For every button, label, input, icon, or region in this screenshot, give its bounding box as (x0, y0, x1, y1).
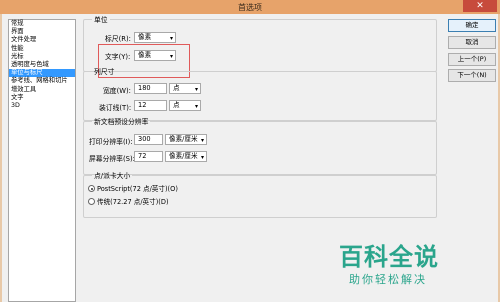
radio-unselected-icon (88, 198, 95, 205)
ok-button[interactable]: 确定 (448, 19, 496, 32)
prev-button[interactable]: 上一个(P) (448, 53, 496, 66)
cancel-button[interactable]: 取消 (448, 36, 496, 49)
print-resolution-unit-value: 像素/厘米 (169, 135, 198, 143)
ruler-label: 标尺(R): (105, 35, 131, 43)
chevron-down-icon: ▾ (169, 35, 173, 42)
screen-resolution-unit-value: 像素/厘米 (169, 152, 198, 160)
screen-resolution-label: 屏幕分辨率(S): (89, 155, 135, 163)
window-title: 首选项 (238, 3, 262, 12)
gutter-label: 装订线(T): (99, 104, 132, 112)
print-resolution-input[interactable]: 300 (134, 134, 163, 145)
postscript-radio-label: PostScript(72 点/英寸)(O) (97, 185, 178, 193)
dialog-body: 常规 界面 文件处理 性能 光标 透明度与色域 单位与标尺 参考线、网格和切片 … (2, 14, 498, 302)
sidebar-item-performance[interactable]: 性能 (9, 45, 75, 53)
next-button[interactable]: 下一个(N) (448, 69, 496, 82)
column-size-legend: 列尺寸 (94, 68, 115, 76)
sidebar-item-3d[interactable]: 3D (9, 102, 75, 110)
chevron-down-icon: ▾ (194, 86, 198, 93)
ruler-unit-select[interactable]: 像素 ▾ (134, 32, 176, 43)
width-unit-value: 点 (173, 84, 180, 92)
chevron-down-icon: ▾ (169, 53, 173, 60)
resolution-group: 新文档预设分辨率 (83, 116, 437, 175)
radio-selected-icon (88, 185, 95, 192)
watermark-subtitle: 助你轻松解决 (349, 273, 427, 286)
traditional-radio[interactable]: 传统(72.27 点/英寸)(D) (88, 196, 169, 206)
width-input[interactable]: 180 (134, 83, 167, 94)
ruler-unit-value: 像素 (138, 33, 152, 41)
preferences-category-list[interactable]: 常规 界面 文件处理 性能 光标 透明度与色域 单位与标尺 参考线、网格和切片 … (8, 19, 76, 302)
type-unit-value: 像素 (138, 51, 152, 59)
gutter-unit-select[interactable]: 点 ▾ (169, 100, 201, 111)
sidebar-item-transparency-gamut[interactable]: 透明度与色域 (9, 61, 75, 69)
sidebar-item-cursors[interactable]: 光标 (9, 53, 75, 61)
print-resolution-label: 打印分辨率(I): (89, 138, 133, 146)
resolution-legend: 新文档预设分辨率 (94, 118, 149, 126)
screen-resolution-unit-select[interactable]: 像素/厘米 ▾ (165, 151, 207, 162)
postscript-radio[interactable]: PostScript(72 点/英寸)(O) (88, 183, 178, 193)
type-unit-select[interactable]: 像素 ▾ (134, 50, 176, 61)
screen-resolution-input[interactable]: 72 (134, 151, 163, 162)
sidebar-item-plugins[interactable]: 增效工具 (9, 86, 75, 94)
gutter-unit-value: 点 (173, 101, 180, 109)
gutter-input[interactable]: 12 (134, 100, 167, 111)
print-resolution-unit-select[interactable]: 像素/厘米 ▾ (165, 134, 207, 145)
sidebar-item-type[interactable]: 文字 (9, 94, 75, 102)
sidebar-item-guides-grid-slices[interactable]: 参考线、网格和切片 (9, 77, 75, 85)
sidebar-item-general[interactable]: 常规 (9, 20, 75, 28)
sidebar-item-file-handling[interactable]: 文件处理 (9, 36, 75, 44)
title-bar: 首选项 ✕ (0, 0, 500, 14)
point-size-legend: 点/派卡大小 (94, 172, 131, 180)
width-label: 宽度(W): (103, 87, 131, 95)
chevron-down-icon: ▾ (200, 154, 204, 161)
units-legend: 单位 (94, 16, 108, 24)
chevron-down-icon: ▾ (194, 103, 198, 110)
close-button[interactable]: ✕ (463, 0, 497, 12)
type-label: 文字(Y): (105, 53, 131, 61)
width-unit-select[interactable]: 点 ▾ (169, 83, 201, 94)
watermark-title: 百科全说 (339, 243, 439, 271)
chevron-down-icon: ▾ (200, 137, 204, 144)
watermark: 百科全说 助你轻松解决 (339, 237, 467, 292)
point-size-group: 点/派卡大小 (83, 170, 437, 218)
traditional-radio-label: 传统(72.27 点/英寸)(D) (97, 198, 169, 206)
